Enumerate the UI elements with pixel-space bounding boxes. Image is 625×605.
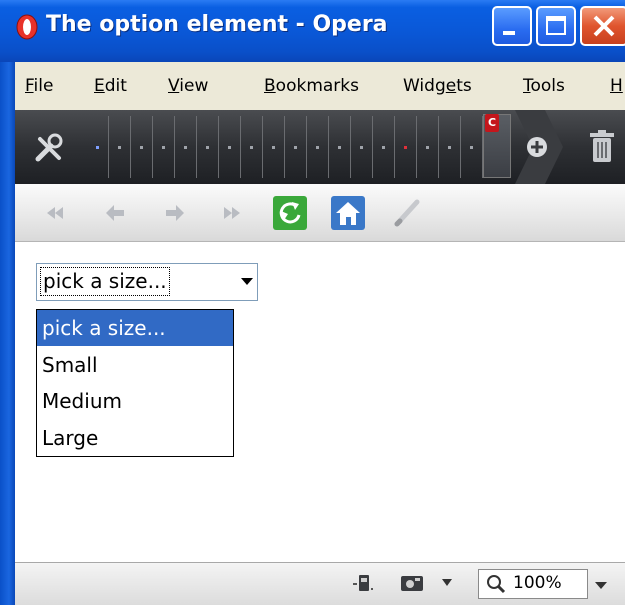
menu-view[interactable]: View [168, 76, 208, 96]
edit-icon[interactable] [389, 196, 423, 230]
home-icon[interactable] [331, 196, 365, 230]
tab-bar: C [15, 110, 625, 184]
camera-icon[interactable] [399, 573, 429, 595]
status-bar: 100% [15, 562, 625, 605]
zoom-field[interactable]: 100% [478, 569, 588, 599]
size-select[interactable]: pick a size... [36, 263, 258, 301]
camera-menu-chevron-icon[interactable] [441, 578, 453, 588]
zoom-search-icon [487, 575, 506, 594]
option-large[interactable]: Large [37, 420, 233, 456]
menu-edit[interactable]: Edit [94, 76, 127, 96]
size-select-value: pick a size... [40, 267, 170, 296]
maximize-icon [546, 16, 566, 35]
opera-logo-icon [16, 14, 38, 40]
title-bar[interactable]: The option element - Opera [0, 0, 625, 62]
menu-widgets[interactable]: Widgets [403, 76, 472, 96]
zoom-dropdown-chevron-icon[interactable] [595, 582, 607, 589]
option-pick-a-size[interactable]: pick a size... [37, 310, 233, 346]
menu-bookmarks[interactable]: Bookmarks [264, 76, 359, 96]
menu-tools[interactable]: Tools [523, 76, 565, 96]
close-icon [593, 15, 615, 37]
back-icon[interactable] [98, 196, 132, 230]
menu-bar: File Edit View Bookmarks Widgets Tools H [15, 62, 625, 110]
window-frame-left [0, 62, 15, 605]
size-dropdown-list: pick a size... Small Medium Large [36, 309, 234, 457]
forward-icon[interactable] [158, 196, 192, 230]
opera-window: The option element - Opera File Edit Vie… [0, 0, 625, 605]
maximize-button[interactable] [536, 6, 576, 46]
close-button[interactable] [580, 6, 625, 46]
tab-strip[interactable] [87, 116, 487, 178]
tab-badge: C [485, 114, 499, 132]
rewind-icon[interactable] [38, 196, 72, 230]
option-medium[interactable]: Medium [37, 383, 233, 419]
window-title: The option element - Opera [46, 12, 388, 37]
tools-icon[interactable] [33, 132, 65, 164]
minimize-icon [503, 31, 515, 35]
page-content: pick a size... pick a size... Small Medi… [15, 242, 625, 562]
navigation-toolbar [15, 184, 625, 242]
reload-icon[interactable] [273, 196, 307, 230]
fast-forward-icon[interactable] [215, 196, 249, 230]
minimize-button[interactable] [492, 6, 532, 46]
menu-file[interactable]: File [25, 76, 53, 96]
turbo-icon[interactable] [351, 573, 375, 595]
menu-help[interactable]: H [610, 76, 623, 96]
option-small[interactable]: Small [37, 347, 233, 383]
new-tab-plus-icon[interactable] [515, 110, 575, 184]
zoom-level: 100% [513, 573, 562, 593]
chevron-down-icon[interactable] [241, 278, 253, 285]
trash-icon[interactable] [589, 130, 615, 164]
